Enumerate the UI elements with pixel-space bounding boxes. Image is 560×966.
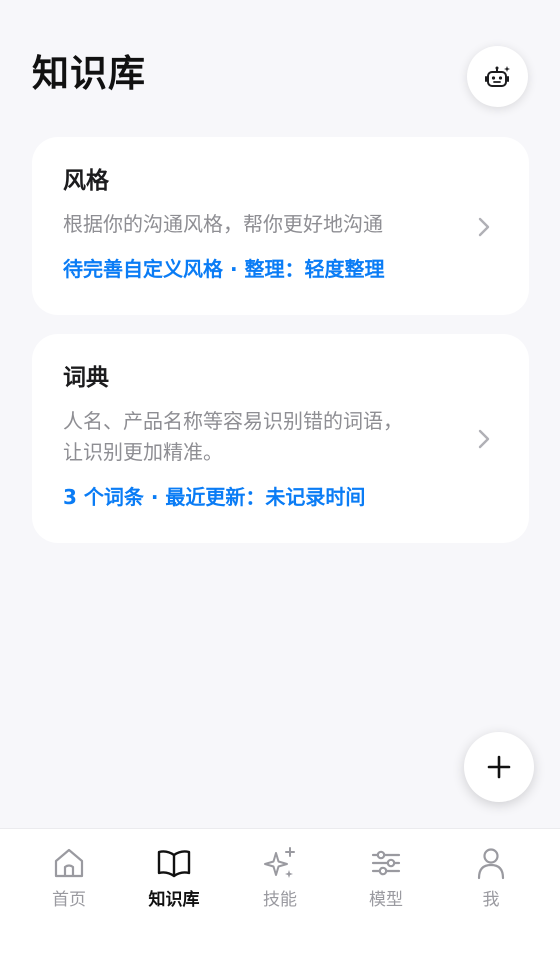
sliders-icon	[371, 850, 401, 876]
book-icon	[157, 850, 191, 878]
sparkles-icon	[264, 847, 295, 878]
chevron-right-icon	[478, 429, 490, 449]
tab-home-label: 首页	[52, 890, 86, 910]
tab-me-label: 我	[482, 890, 500, 910]
plus-icon	[487, 755, 511, 779]
dictionary-desc-line2: 让识别更加精准。	[63, 440, 223, 464]
style-card-meta: 待完善自定义风格 · 整理：轻度整理	[63, 257, 385, 281]
tab-skills[interactable]: 技能	[230, 845, 330, 917]
add-button[interactable]	[464, 732, 534, 802]
chevron-right-icon	[478, 217, 490, 237]
dictionary-card-title: 词典	[63, 365, 109, 391]
tab-skills-label: 技能	[263, 890, 297, 910]
page-title: 知识库	[32, 52, 146, 95]
style-card[interactable]: 风格 根据你的沟通风格，帮你更好地沟通 待完善自定义风格 · 整理：轻度整理	[32, 137, 529, 315]
tab-model[interactable]: 模型	[336, 845, 436, 917]
person-icon	[477, 848, 505, 880]
style-card-title: 风格	[63, 168, 109, 194]
assistant-button[interactable]	[467, 46, 528, 107]
robot-sparkle-icon	[484, 65, 510, 87]
tab-model-label: 模型	[369, 890, 403, 910]
tab-knowledge-label: 知识库	[148, 890, 200, 910]
dictionary-card-meta: 3 个词条 · 最近更新：未记录时间	[63, 485, 366, 509]
tab-knowledge[interactable]: 知识库	[124, 845, 224, 917]
tab-home[interactable]: 首页	[19, 845, 119, 917]
style-card-description: 根据你的沟通风格，帮你更好地沟通	[63, 212, 383, 236]
bottom-tab-bar: 首页 知识库 技能 模型 我	[0, 828, 560, 966]
dictionary-card[interactable]: 词典 人名、产品名称等容易识别错的词语， 让识别更加精准。 3 个词条 · 最近…	[32, 334, 529, 543]
dictionary-card-description: 人名、产品名称等容易识别错的词语， 让识别更加精准。	[63, 406, 443, 468]
tab-me[interactable]: 我	[441, 845, 541, 917]
home-icon	[54, 848, 84, 878]
dictionary-desc-line1: 人名、产品名称等容易识别错的词语，	[63, 409, 403, 433]
